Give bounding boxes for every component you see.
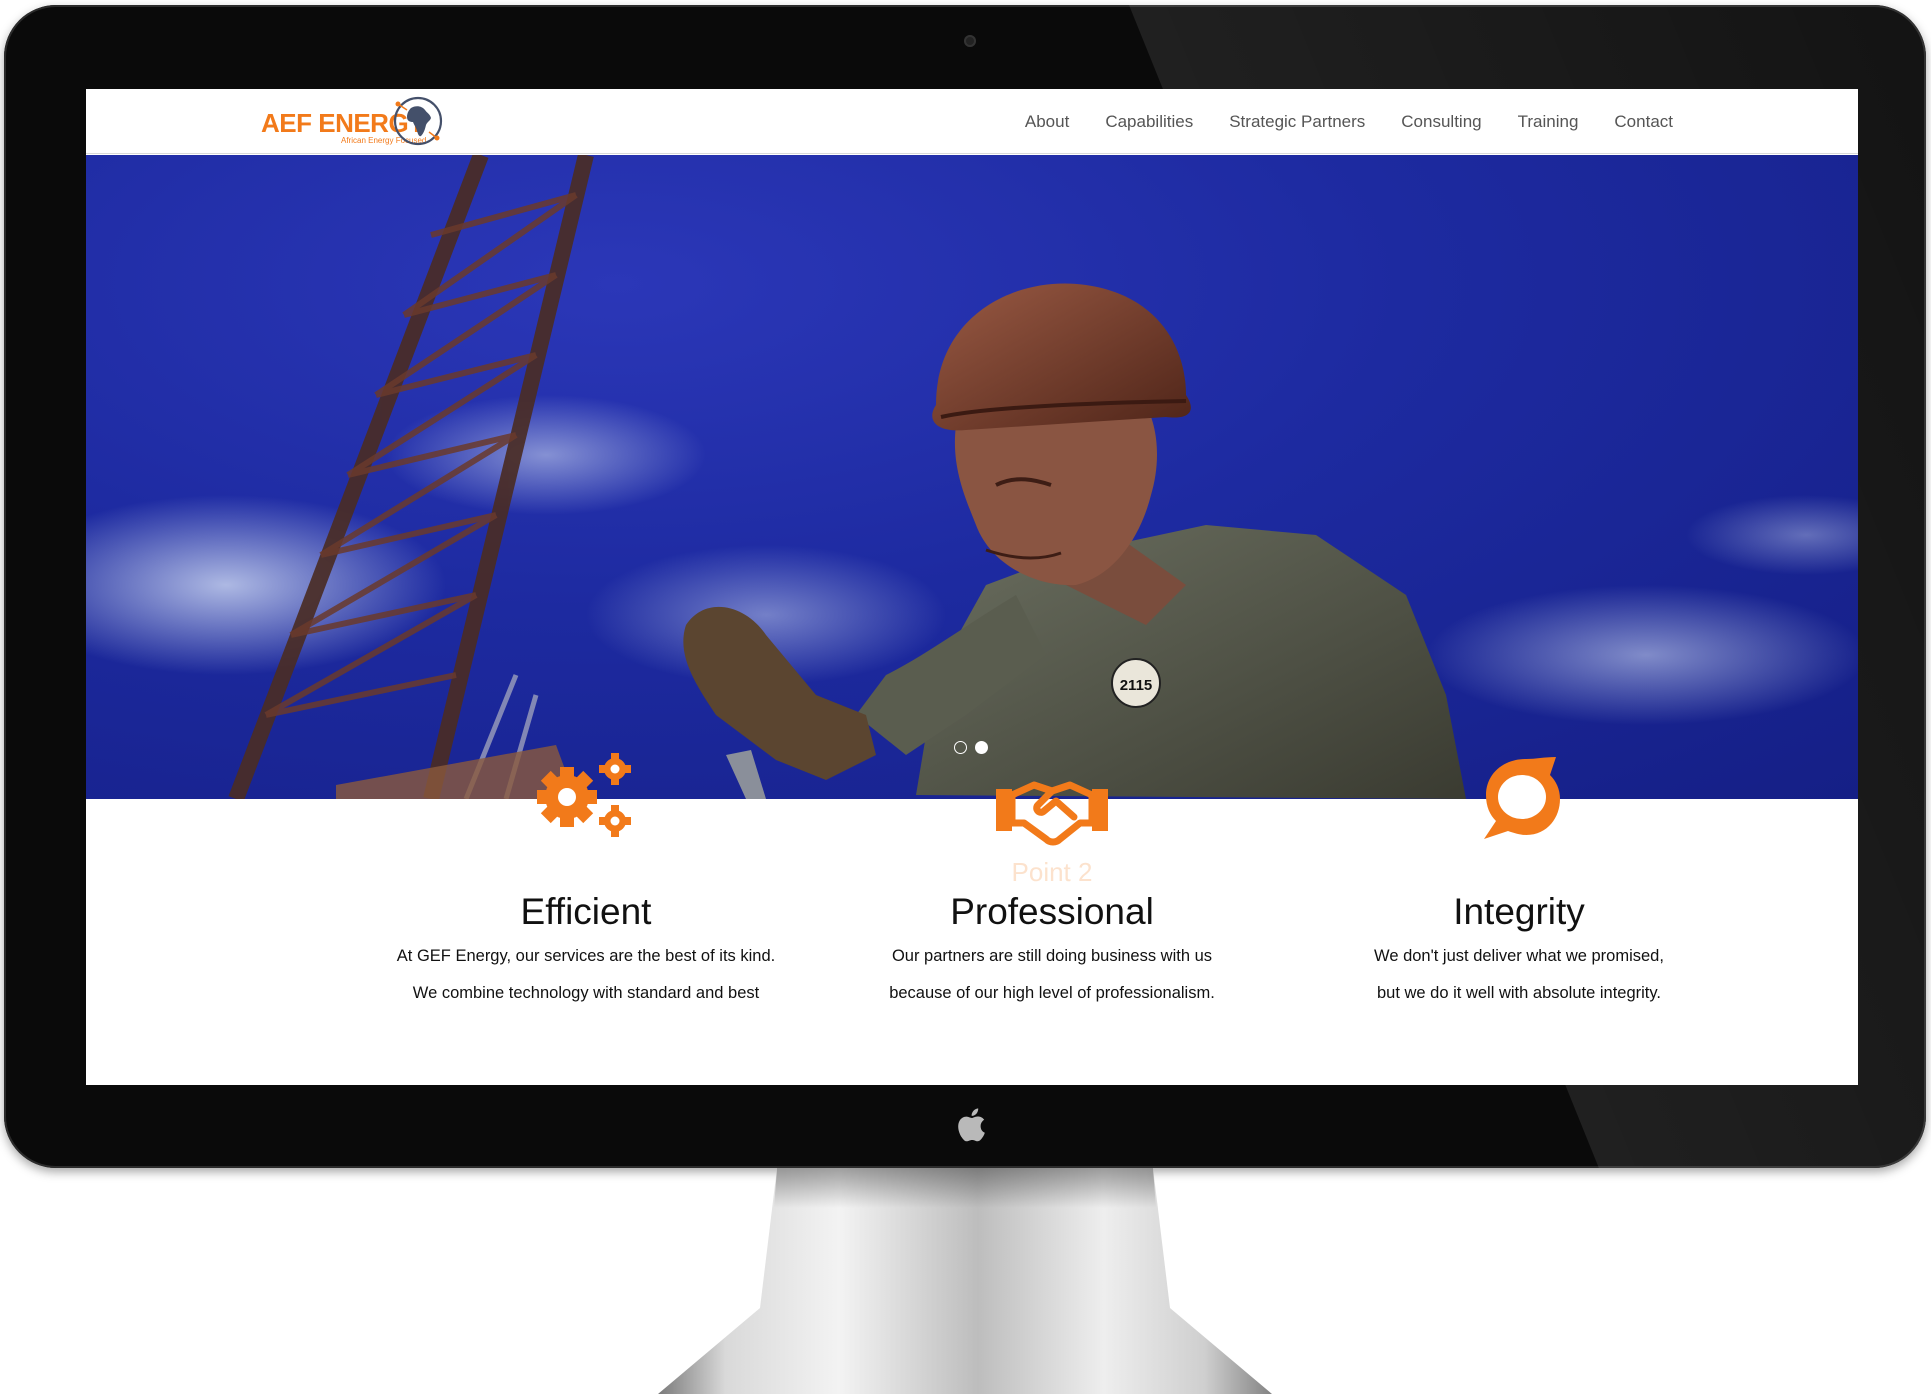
feature-title: Efficient	[520, 891, 652, 932]
nav-about[interactable]: About	[1025, 112, 1069, 132]
feature-text-line: At GEF Energy, our services are the best…	[396, 947, 776, 965]
speech-swirl-icon	[1484, 757, 1560, 839]
site-logo[interactable]: AEF ENERGY African Energy Focused	[261, 94, 451, 150]
monitor-bezel: AEF ENERGY African Energy Focused About …	[4, 5, 1926, 1168]
monitor-stand-shadow	[774, 1168, 1156, 1208]
feature-text-line: because of our high level of professiona…	[889, 984, 1215, 1002]
hero-photo: 2115	[86, 155, 1858, 799]
feature-text-line: We don't just deliver what we promised,	[1374, 947, 1664, 965]
main-nav: About Capabilities Strategic Partners Co…	[1025, 89, 1673, 154]
nav-consulting[interactable]: Consulting	[1401, 112, 1481, 132]
feature-icon-holder	[346, 751, 826, 851]
gears-icon	[537, 753, 631, 837]
hero-slider[interactable]: 2115	[86, 155, 1858, 799]
browser-screen: AEF ENERGY African Energy Focused About …	[86, 89, 1858, 1085]
feature-text-line: We combine technology with standard and …	[412, 984, 760, 1002]
feature-ghost-label: Point 2	[1011, 857, 1093, 887]
nav-contact[interactable]: Contact	[1614, 112, 1673, 132]
features-section: Efficient At GEF Energy, our services ar…	[86, 753, 1858, 1085]
badge-number: 2115	[1120, 677, 1153, 694]
nav-strategic-partners[interactable]: Strategic Partners	[1229, 112, 1365, 132]
camera-icon	[964, 35, 976, 47]
feature-icon-holder	[1279, 751, 1759, 851]
feature-text-line: but we do it well with absolute integrit…	[1376, 984, 1661, 1002]
nav-capabilities[interactable]: Capabilities	[1105, 112, 1193, 132]
feature-title: Professional	[950, 891, 1154, 932]
handshake-icon	[996, 781, 1108, 846]
feature-title: Integrity	[1453, 891, 1585, 932]
feature-icon-holder	[812, 751, 1292, 851]
feature-text-line: Our partners are still doing business wi…	[891, 947, 1213, 965]
nav-training[interactable]: Training	[1518, 112, 1579, 132]
site-navbar: AEF ENERGY African Energy Focused About …	[86, 89, 1858, 154]
apple-logo-icon	[958, 1108, 985, 1142]
globe-icon	[393, 96, 443, 146]
